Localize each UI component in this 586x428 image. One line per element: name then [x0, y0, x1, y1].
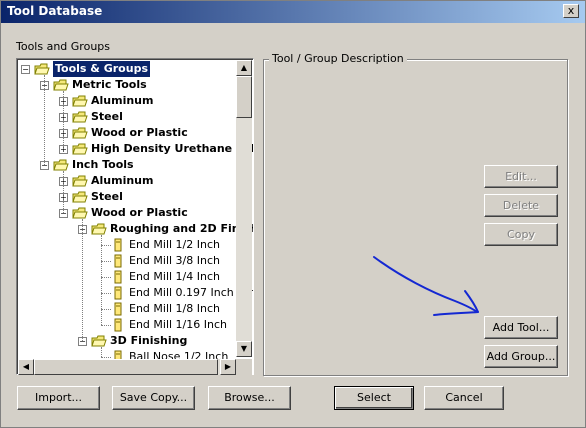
- import-button[interactable]: Import...: [17, 386, 100, 410]
- cancel-button[interactable]: Cancel: [424, 386, 504, 410]
- select-button[interactable]: Select: [334, 386, 414, 410]
- annotation-arrow: [373, 256, 479, 316]
- save-copy-button[interactable]: Save Copy...: [112, 386, 195, 410]
- tool-database-dialog: Tool Database x Tools and Groups − Tools …: [0, 0, 586, 428]
- browse-button[interactable]: Browse...: [208, 386, 291, 410]
